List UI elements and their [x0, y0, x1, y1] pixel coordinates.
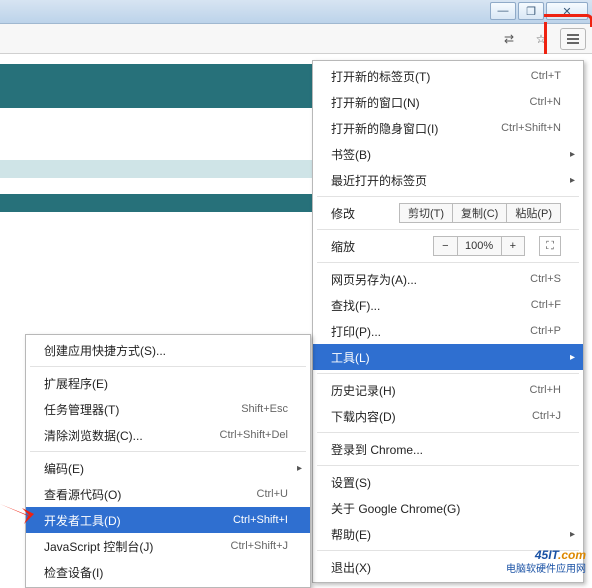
- menu-signin[interactable]: 登录到 Chrome...: [313, 436, 583, 462]
- separator: [317, 373, 579, 374]
- menu-help[interactable]: 帮助(E): [313, 521, 583, 547]
- decorative-band: [0, 194, 312, 212]
- hamburger-menu-button[interactable]: [560, 28, 586, 50]
- menu-recent-tabs[interactable]: 最近打开的标签页: [313, 167, 583, 193]
- menu-find[interactable]: 查找(F)...Ctrl+F: [313, 292, 583, 318]
- chrome-main-menu: 打开新的标签页(T)Ctrl+T 打开新的窗口(N)Ctrl+N 打开新的隐身窗…: [312, 60, 584, 583]
- bookmark-star-icon[interactable]: ☆: [528, 28, 554, 50]
- fullscreen-button[interactable]: ⛶: [539, 236, 561, 256]
- menu-edit-row: 修改 剪切(T) 复制(C) 粘贴(P): [313, 200, 583, 226]
- close-button[interactable]: ✕: [546, 2, 588, 20]
- minimize-button[interactable]: —: [490, 2, 516, 20]
- menu-new-tab[interactable]: 打开新的标签页(T)Ctrl+T: [313, 63, 583, 89]
- submenu-extensions[interactable]: 扩展程序(E): [26, 370, 310, 396]
- separator: [317, 262, 579, 263]
- menu-downloads[interactable]: 下载内容(D)Ctrl+J: [313, 403, 583, 429]
- browser-toolbar: ⇄ ☆: [0, 24, 592, 54]
- menu-print[interactable]: 打印(P)...Ctrl+P: [313, 318, 583, 344]
- separator: [317, 196, 579, 197]
- menu-save-as[interactable]: 网页另存为(A)...Ctrl+S: [313, 266, 583, 292]
- separator: [30, 366, 306, 367]
- menu-zoom-row: 缩放 − 100% + ⛶: [313, 233, 583, 259]
- menu-history[interactable]: 历史记录(H)Ctrl+H: [313, 377, 583, 403]
- menu-bookmarks[interactable]: 书签(B): [313, 141, 583, 167]
- separator: [317, 432, 579, 433]
- cut-button[interactable]: 剪切(T): [399, 203, 453, 223]
- menu-incognito[interactable]: 打开新的隐身窗口(I)Ctrl+Shift+N: [313, 115, 583, 141]
- menu-settings[interactable]: 设置(S): [313, 469, 583, 495]
- copy-button[interactable]: 复制(C): [453, 203, 507, 223]
- submenu-js-console[interactable]: JavaScript 控制台(J)Ctrl+Shift+J: [26, 533, 310, 559]
- submenu-taskmgr[interactable]: 任务管理器(T)Shift+Esc: [26, 396, 310, 422]
- zoom-label: 缩放: [331, 238, 371, 255]
- menu-exit[interactable]: 退出(X): [313, 554, 583, 580]
- menu-tools[interactable]: 工具(L): [313, 344, 583, 370]
- submenu-create-shortcut[interactable]: 创建应用快捷方式(S)...: [26, 337, 310, 363]
- edit-label: 修改: [331, 205, 371, 222]
- zoom-out-button[interactable]: −: [433, 236, 457, 256]
- separator: [317, 550, 579, 551]
- separator: [317, 465, 579, 466]
- submenu-inspect[interactable]: 检查设备(I): [26, 559, 310, 585]
- tools-submenu: 创建应用快捷方式(S)... 扩展程序(E) 任务管理器(T)Shift+Esc…: [25, 334, 311, 588]
- decorative-band: [0, 64, 312, 108]
- submenu-clear-data[interactable]: 清除浏览数据(C)...Ctrl+Shift+Del: [26, 422, 310, 448]
- submenu-encoding[interactable]: 编码(E): [26, 455, 310, 481]
- separator: [30, 451, 306, 452]
- submenu-view-source[interactable]: 查看源代码(O)Ctrl+U: [26, 481, 310, 507]
- paste-button[interactable]: 粘贴(P): [507, 203, 561, 223]
- decorative-band: [0, 160, 312, 178]
- submenu-devtools[interactable]: 开发者工具(D)Ctrl+Shift+I: [26, 507, 310, 533]
- translate-icon[interactable]: ⇄: [496, 28, 522, 50]
- maximize-button[interactable]: ❐: [518, 2, 544, 20]
- zoom-value: 100%: [458, 236, 502, 256]
- window-titlebar: — ❐ ✕: [0, 0, 592, 24]
- zoom-in-button[interactable]: +: [502, 236, 525, 256]
- separator: [317, 229, 579, 230]
- menu-about[interactable]: 关于 Google Chrome(G): [313, 495, 583, 521]
- menu-new-window[interactable]: 打开新的窗口(N)Ctrl+N: [313, 89, 583, 115]
